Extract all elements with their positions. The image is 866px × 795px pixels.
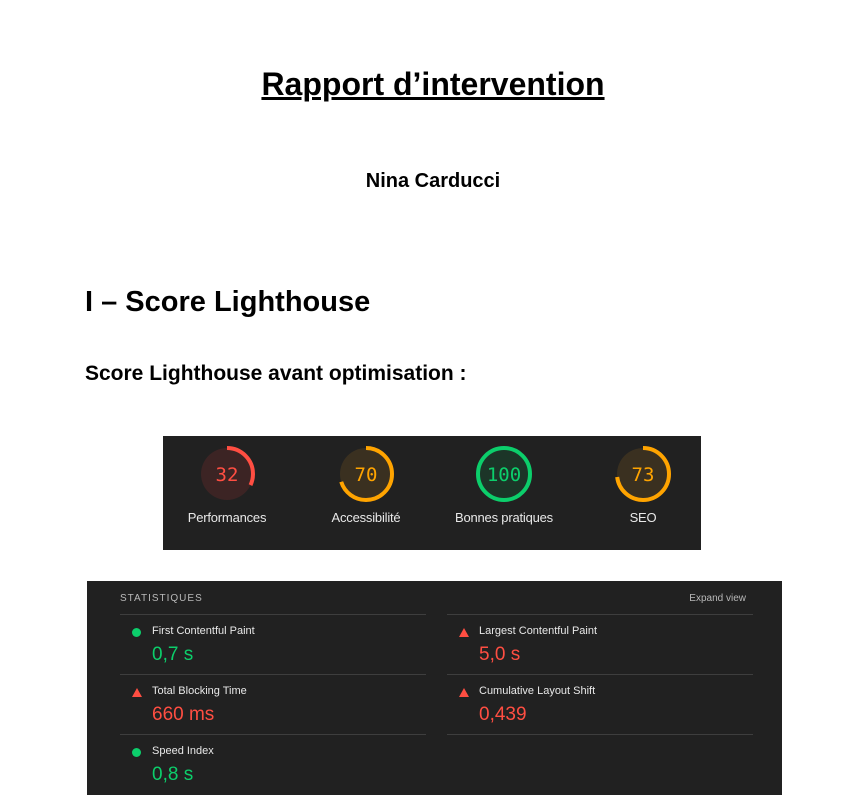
metric-value: 0,439 bbox=[479, 704, 527, 725]
gauge-seo: 73 SEO bbox=[573, 444, 713, 525]
metric-total-blocking-time: Total Blocking Time 660 ms bbox=[120, 674, 426, 735]
green-circle-icon bbox=[132, 628, 141, 637]
gauge-label-accessibility: Accessibilité bbox=[331, 510, 401, 525]
metric-first-contentful-paint: First Contentful Paint 0,7 s bbox=[120, 614, 426, 675]
gauge-score-best-practices: 100 bbox=[487, 464, 521, 486]
gauge-label-seo: SEO bbox=[629, 510, 657, 525]
gauge-ring-accessibility: 70 bbox=[338, 446, 394, 502]
metric-speed-index: Speed Index 0,8 s bbox=[120, 734, 426, 795]
metric-largest-contentful-paint: Largest Contentful Paint 5,0 s bbox=[447, 614, 753, 675]
gauge-score-accessibility: 70 bbox=[355, 464, 378, 486]
metric-cumulative-layout-shift: Cumulative Layout Shift 0,439 bbox=[447, 674, 753, 735]
gauge-performance: 32 Performances bbox=[157, 444, 297, 525]
gauge-ring-performance: 32 bbox=[199, 446, 255, 502]
metric-value: 660 ms bbox=[152, 704, 215, 725]
metric-name: Speed Index bbox=[152, 745, 214, 757]
metric-value: 0,8 s bbox=[152, 764, 194, 785]
section-heading: I – Score Lighthouse bbox=[85, 286, 371, 318]
red-triangle-icon bbox=[132, 688, 142, 697]
gauge-score-performance: 32 bbox=[216, 464, 239, 486]
gauge-label-best-practices: Bonnes pratiques bbox=[455, 510, 553, 525]
metric-value: 5,0 s bbox=[479, 644, 521, 665]
divider bbox=[447, 734, 753, 735]
expand-view-link[interactable]: Expand view bbox=[689, 593, 746, 604]
metric-name: Total Blocking Time bbox=[152, 685, 247, 697]
lighthouse-gauges-screenshot: 32 Performances 70 Accessibilité 100 Bon… bbox=[163, 436, 701, 550]
gauge-ring-best-practices: 100 bbox=[476, 446, 532, 502]
metric-name: Cumulative Layout Shift bbox=[479, 685, 596, 697]
statistics-heading: STATISTIQUES bbox=[120, 593, 203, 604]
gauge-best-practices: 100 Bonnes pratiques bbox=[434, 444, 574, 525]
report-title: Rapport d’intervention bbox=[261, 66, 605, 102]
statistics-panel-screenshot: STATISTIQUES Expand view First Contentfu… bbox=[87, 581, 782, 795]
subheading: Score Lighthouse avant optimisation : bbox=[85, 362, 467, 385]
green-circle-icon bbox=[132, 748, 141, 757]
metric-value: 0,7 s bbox=[152, 644, 194, 665]
gauge-accessibility: 70 Accessibilité bbox=[296, 444, 436, 525]
metric-name: Largest Contentful Paint bbox=[479, 625, 598, 637]
metric-name: First Contentful Paint bbox=[152, 625, 255, 637]
gauge-label-performance: Performances bbox=[187, 510, 267, 525]
red-triangle-icon bbox=[459, 688, 469, 697]
author-name: Nina Carducci bbox=[365, 170, 501, 192]
gauge-ring-seo: 73 bbox=[615, 446, 671, 502]
gauge-score-seo: 73 bbox=[632, 464, 655, 486]
red-triangle-icon bbox=[459, 628, 469, 637]
